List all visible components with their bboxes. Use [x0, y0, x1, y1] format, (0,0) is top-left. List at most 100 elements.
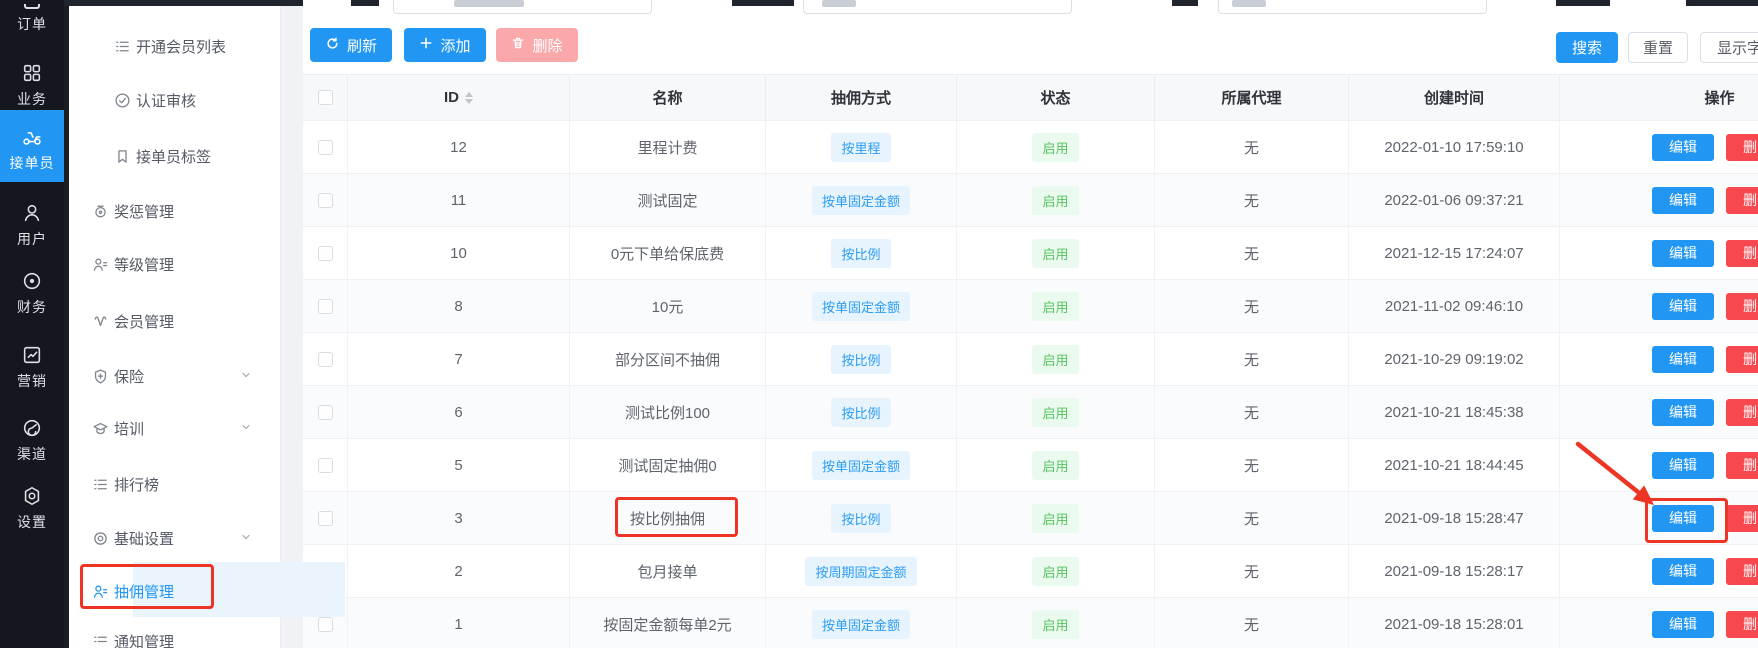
column-header-agent: 所属代理 — [1155, 75, 1349, 120]
menu-item-5[interactable]: 等级管理 — [64, 251, 281, 277]
rail-item-8[interactable]: 设置 — [0, 479, 64, 532]
menu-item-label: 认证审核 — [136, 90, 196, 111]
rail-item-4[interactable]: 用户 — [0, 196, 64, 249]
delete-row-button[interactable]: 删除 — [1726, 187, 1758, 214]
method-tag: 按单固定金额 — [812, 186, 910, 215]
delete-row-button[interactable]: 删除 — [1726, 505, 1758, 532]
nav-rail: 订单业务接单员用户财务营销渠道设置 — [0, 0, 64, 648]
menu-item-8[interactable]: 培训 — [64, 415, 281, 441]
delete-row-button[interactable]: 删除 — [1726, 558, 1758, 585]
truncated-filter-label — [1556, 0, 1610, 6]
delete-row-button[interactable]: 删除 — [1726, 134, 1758, 161]
delete-row-button[interactable]: 删除 — [1726, 293, 1758, 320]
cell-name: 测试固定抽佣0 — [570, 439, 766, 491]
rail-item-label: 渠道 — [17, 444, 47, 464]
edit-button[interactable]: 编辑 — [1652, 399, 1714, 426]
menu-item-label: 开通会员列表 — [136, 36, 226, 57]
menu-item-12[interactable]: 通知管理 — [64, 628, 281, 648]
sort-icons[interactable] — [465, 92, 473, 104]
chevron-down-icon — [240, 420, 252, 437]
menu-item-3[interactable]: 接单员标签 — [64, 143, 281, 169]
column-header-id[interactable]: ID — [348, 75, 570, 120]
cell-name: 测试比例100 — [570, 386, 766, 438]
status-tag: 启用 — [1032, 292, 1078, 321]
add-button[interactable]: 添加 — [404, 28, 486, 62]
reset-button[interactable]: 重置 — [1628, 32, 1688, 63]
edit-button[interactable]: 编辑 — [1652, 240, 1714, 267]
menu-item-9[interactable]: 排行榜 — [64, 471, 281, 497]
row-checkbox[interactable] — [318, 140, 333, 155]
edit-button[interactable]: 编辑 — [1652, 558, 1714, 585]
refresh-button[interactable]: 刷新 — [310, 28, 392, 62]
truncated-filter-label — [732, 0, 794, 6]
rail-item-2[interactable]: 业务 — [0, 56, 64, 109]
status-tag: 启用 — [1032, 133, 1078, 162]
cell-agent: 无 — [1155, 174, 1349, 226]
edit-button[interactable]: 编辑 — [1652, 452, 1714, 479]
table-row: 8 10元 按单固定金额 启用 无 2021-11-02 09:46:10 编辑… — [303, 280, 1758, 333]
menu-item-2[interactable]: 认证审核 — [64, 87, 281, 113]
table-row: 7 部分区间不抽佣 按比例 启用 无 2021-10-29 09:19:02 编… — [303, 333, 1758, 386]
row-checkbox[interactable] — [318, 511, 333, 526]
side-menu-scrollbar[interactable] — [64, 6, 69, 648]
header-select-all[interactable] — [303, 75, 348, 120]
row-checkbox[interactable] — [318, 458, 333, 473]
menu-item-10[interactable]: 基础设置 — [64, 525, 281, 551]
table-row: 2 包月接单 按周期固定金额 启用 无 2021-09-18 15:28:17 … — [303, 545, 1758, 598]
commission-admin-page: 订单业务接单员用户财务营销渠道设置 开通会员列表认证审核接单员标签奖惩管理等级管… — [0, 0, 1758, 648]
truncated-top-bar — [64, 0, 303, 6]
placeholder-fragment — [454, 0, 524, 7]
row-checkbox[interactable] — [318, 246, 333, 261]
show-columns-button[interactable]: 显示字 — [1700, 32, 1758, 63]
delete-row-button[interactable]: 删除 — [1726, 399, 1758, 426]
column-header-name: 名称 — [570, 75, 766, 120]
rail-item-6[interactable]: 营销 — [0, 338, 64, 391]
menu-item-7[interactable]: 保险 — [64, 363, 281, 389]
cell-created: 2021-10-21 18:44:45 — [1349, 439, 1560, 491]
select-all-checkbox[interactable] — [318, 90, 333, 105]
delete-row-button[interactable]: 删除 — [1726, 611, 1758, 638]
row-checkbox[interactable] — [318, 617, 333, 632]
delete-row-button[interactable]: 删除 — [1726, 346, 1758, 373]
edit-button[interactable]: 编辑 — [1652, 134, 1714, 161]
menu-item-6[interactable]: 会员管理 — [64, 308, 281, 334]
edit-button[interactable]: 编辑 — [1652, 505, 1714, 532]
edit-button[interactable]: 编辑 — [1652, 346, 1714, 373]
delete-button[interactable]: 删除 — [496, 28, 578, 62]
edit-button[interactable]: 编辑 — [1652, 293, 1714, 320]
rail-item-1[interactable]: 订单 — [0, 0, 64, 34]
row-checkbox[interactable] — [318, 299, 333, 314]
rail-item-3[interactable]: 接单员 — [0, 110, 64, 182]
cell-id: 3 — [348, 492, 570, 544]
column-header-method: 抽佣方式 — [766, 75, 957, 120]
table-row: 5 测试固定抽佣0 按单固定金额 启用 无 2021-10-21 18:44:4… — [303, 439, 1758, 492]
method-tag: 按单固定金额 — [812, 610, 910, 639]
truncated-filter-label — [1172, 0, 1198, 6]
cell-agent: 无 — [1155, 439, 1349, 491]
rail-item-label: 用户 — [17, 229, 47, 249]
row-checkbox[interactable] — [318, 352, 333, 367]
sort-desc-icon[interactable] — [465, 99, 473, 104]
delete-row-button[interactable]: 删除 — [1726, 240, 1758, 267]
refresh-icon — [325, 36, 340, 55]
menu-item-11[interactable]: 抽佣管理 — [64, 578, 281, 604]
row-checkbox[interactable] — [318, 193, 333, 208]
ranking-icon — [92, 476, 109, 493]
rail-item-7[interactable]: 渠道 — [0, 411, 64, 464]
search-button[interactable]: 搜索 — [1556, 32, 1618, 63]
menu-item-1[interactable]: 开通会员列表 — [64, 33, 281, 59]
channel-icon — [21, 417, 43, 439]
edit-button[interactable]: 编辑 — [1652, 611, 1714, 638]
cell-id: 6 — [348, 386, 570, 438]
menu-item-4[interactable]: 奖惩管理 — [64, 198, 281, 224]
trash-icon — [511, 36, 525, 54]
level-icon — [92, 256, 109, 273]
menu-item-label: 接单员标签 — [136, 146, 211, 167]
sort-asc-icon[interactable] — [465, 92, 473, 97]
check-circle-icon — [114, 92, 131, 109]
row-checkbox[interactable] — [318, 405, 333, 420]
delete-row-button[interactable]: 删除 — [1726, 452, 1758, 479]
edit-button[interactable]: 编辑 — [1652, 187, 1714, 214]
rail-item-5[interactable]: 财务 — [0, 264, 64, 317]
cell-id: 11 — [348, 174, 570, 226]
